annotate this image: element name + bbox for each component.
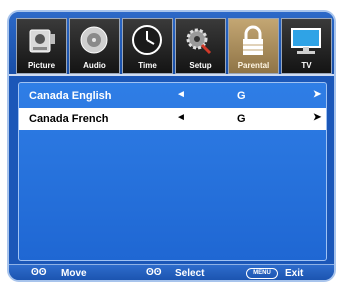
tab-label: Parental	[237, 61, 270, 70]
tab-parental[interactable]: Parental	[228, 18, 279, 74]
menu-frame: Picture Audio Time Setup Parental TV Can…	[7, 10, 336, 282]
right-arrow-icon[interactable]: ➤	[313, 89, 321, 100]
audio-icon	[80, 26, 108, 54]
select-hint: Select	[175, 268, 205, 279]
tab-label: Setup	[189, 61, 212, 70]
lock-icon	[243, 25, 263, 55]
rating-name: Canada French	[29, 113, 109, 125]
tab-time[interactable]: Time	[122, 18, 173, 74]
rating-row-canada-french[interactable]: Canada French ◄ G ➤	[19, 108, 326, 130]
rating-name: Canada English	[29, 90, 112, 102]
tab-audio[interactable]: Audio	[69, 18, 120, 74]
tab-picture[interactable]: Picture	[16, 18, 67, 74]
tab-label: Picture	[27, 61, 56, 70]
move-hint: Move	[61, 268, 87, 279]
exit-hint: Exit	[285, 268, 304, 279]
left-arrow-icon[interactable]: ◄	[176, 89, 186, 100]
tab-label: Time	[138, 61, 157, 70]
left-arrow-icon[interactable]: ◄	[176, 112, 186, 123]
rating-value: G	[237, 90, 246, 102]
tab-tv[interactable]: TV	[281, 18, 332, 74]
right-arrow-icon[interactable]: ➤	[313, 112, 321, 123]
tab-bar: Picture Audio Time Setup Parental TV	[9, 12, 334, 76]
tab-label: TV	[301, 61, 312, 70]
move-icon: ʘʘ	[31, 267, 47, 278]
ratings-list: Canada English ◄ G ➤ Canada French ◄ G ➤	[18, 82, 327, 261]
select-icon: ʘʘ	[146, 267, 162, 278]
menu-key-icon: MENU	[246, 268, 278, 279]
gear-icon	[186, 28, 212, 55]
tab-setup[interactable]: Setup	[175, 18, 226, 74]
tab-label: Audio	[83, 61, 106, 70]
rating-row-canada-english[interactable]: Canada English ◄ G ➤	[19, 85, 326, 107]
tv-icon	[291, 28, 321, 54]
hint-bar: ʘʘ Move ʘʘ Select MENU Exit	[9, 264, 334, 280]
parental-menu: Picture Audio Time Setup Parental TV Can…	[0, 0, 339, 291]
clock-icon	[132, 25, 162, 55]
rating-value: G	[237, 113, 246, 125]
picture-icon	[29, 29, 55, 53]
